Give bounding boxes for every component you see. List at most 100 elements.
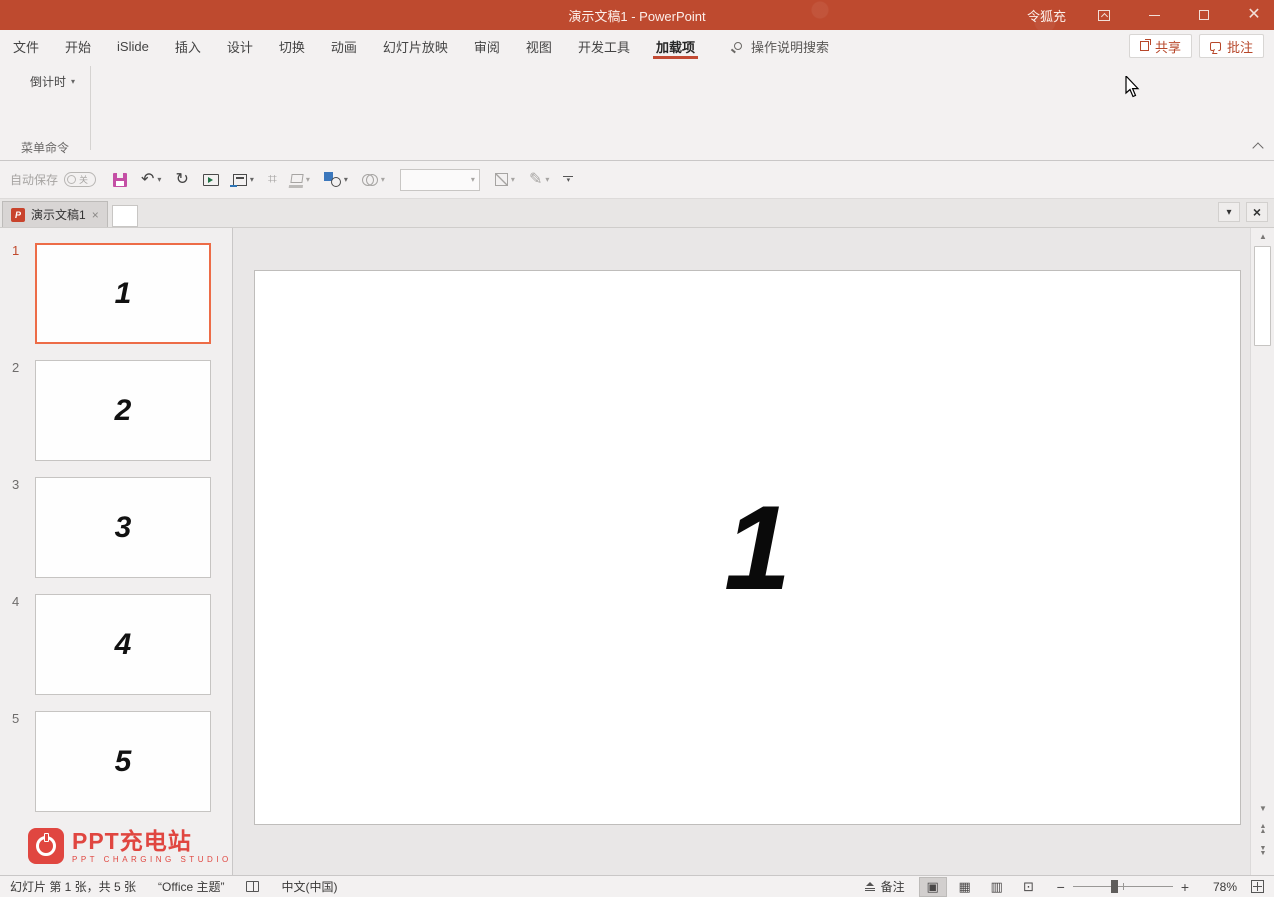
customize-qat-button[interactable]: ▾ bbox=[558, 172, 578, 187]
notes-label: 备注 bbox=[880, 880, 905, 894]
zoom-in-button[interactable]: + bbox=[1181, 879, 1189, 895]
slide-thumb-box[interactable]: 4 bbox=[35, 594, 211, 695]
tab-transitions[interactable]: 切换 bbox=[266, 30, 318, 62]
redo-icon: ↻ bbox=[175, 170, 189, 188]
zoom-tick bbox=[1122, 883, 1124, 890]
slide-sorter-view-button[interactable]: ▦ bbox=[951, 877, 979, 897]
logo-title: PPT充电站 bbox=[72, 827, 192, 854]
zoom-slider-thumb[interactable] bbox=[1110, 880, 1118, 893]
slide-index: 1 bbox=[12, 243, 20, 258]
ribbon-display-options-icon bbox=[1098, 9, 1110, 21]
fit-slide-to-window-icon[interactable] bbox=[1251, 880, 1264, 893]
spell-check-icon[interactable] bbox=[246, 881, 260, 892]
tab-slideshow[interactable]: 幻灯片放映 bbox=[370, 30, 461, 62]
autosave-control[interactable]: 自动保存 关 bbox=[10, 171, 104, 188]
slide-thumb-content: 4 bbox=[114, 627, 132, 661]
tab-developer[interactable]: 开发工具 bbox=[565, 30, 643, 62]
slideshow-monitor-icon bbox=[202, 173, 219, 186]
close-button[interactable]: ✕ bbox=[1242, 0, 1266, 30]
tab-islide[interactable]: iSlide bbox=[104, 30, 162, 62]
maximize-icon bbox=[1199, 10, 1209, 20]
crop-button[interactable]: ⌗ bbox=[263, 168, 282, 192]
autosave-toggle[interactable]: 关 bbox=[64, 172, 97, 187]
document-tab-bar: P 演示文稿1 × ▾ × bbox=[0, 199, 1274, 228]
tab-review[interactable]: 审阅 bbox=[461, 30, 513, 62]
language-indicator[interactable]: 中文(中国) bbox=[281, 878, 337, 895]
scroll-up-button[interactable]: ▲ bbox=[1251, 228, 1274, 245]
reading-view-button[interactable]: ▥ bbox=[983, 877, 1011, 897]
tab-design[interactable]: 设计 bbox=[214, 30, 266, 62]
scrollbar-thumb[interactable] bbox=[1254, 246, 1271, 346]
account-name[interactable]: 令狐充 bbox=[1027, 6, 1066, 25]
minimize-button[interactable] bbox=[1142, 0, 1166, 30]
slide-thumbnail-3[interactable]: 3 3 bbox=[0, 477, 233, 580]
slide-thumb-box[interactable]: 3 bbox=[35, 477, 211, 578]
notes-button[interactable]: 备注 bbox=[864, 878, 905, 895]
chevron-down-icon[interactable]: ▾ bbox=[250, 175, 254, 184]
chevron-down-icon[interactable]: ▾ bbox=[381, 175, 385, 184]
zoom-out-button[interactable]: − bbox=[1057, 879, 1065, 895]
tab-view[interactable]: 视图 bbox=[513, 30, 565, 62]
tab-addins[interactable]: 加载项 bbox=[643, 30, 708, 62]
ribbon-display-options-button[interactable] bbox=[1092, 0, 1116, 30]
next-slide-button[interactable]: ▼ ▼ bbox=[1251, 842, 1274, 860]
countdown-addin-button[interactable]: 倒计时 ▾ bbox=[25, 70, 80, 93]
collapse-ribbon-icon[interactable] bbox=[1252, 142, 1264, 154]
tab-file[interactable]: 文件 bbox=[0, 30, 52, 62]
document-tab[interactable]: P 演示文稿1 × bbox=[2, 201, 108, 227]
chevron-down-icon[interactable]: ▾ bbox=[306, 175, 310, 184]
slide-thumbnail-4[interactable]: 4 4 bbox=[0, 594, 233, 697]
close-tab-icon[interactable]: × bbox=[92, 208, 99, 222]
chevron-down-icon[interactable]: ▾ bbox=[344, 175, 348, 184]
insert-shape-button[interactable]: ▾ bbox=[319, 168, 353, 191]
zoom-percentage[interactable]: 78% bbox=[1203, 880, 1237, 894]
shape-outline-button[interactable]: ▾ bbox=[490, 169, 520, 190]
status-bar: 幻灯片 第 1 张，共 5 张 “Office 主题” 中文(中国) 备注 ▣ … bbox=[0, 875, 1274, 897]
slide-counter[interactable]: 幻灯片 第 1 张，共 5 张 bbox=[10, 878, 136, 895]
merge-shapes-button[interactable]: ▾ bbox=[357, 170, 390, 189]
comments-button[interactable]: 批注 bbox=[1198, 34, 1264, 58]
undo-button[interactable]: ↶ ▾ bbox=[136, 168, 166, 192]
tab-animations[interactable]: 动画 bbox=[318, 30, 370, 62]
ink-pen-button[interactable]: ✎ ▾ bbox=[524, 168, 554, 192]
slide-canvas[interactable]: 1 bbox=[254, 270, 1241, 825]
slide-thumb-box[interactable]: 1 bbox=[35, 243, 211, 344]
slide-thumbnail-5[interactable]: 5 5 bbox=[0, 711, 233, 814]
slide-thumbnail-2[interactable]: 2 2 bbox=[0, 360, 233, 463]
tab-insert[interactable]: 插入 bbox=[162, 30, 214, 62]
slide-thumb-box[interactable]: 2 bbox=[35, 360, 211, 461]
shape-fill-button[interactable]: ▾ bbox=[286, 171, 315, 188]
zoom-slider[interactable] bbox=[1072, 880, 1173, 893]
tab-home[interactable]: 开始 bbox=[52, 30, 104, 62]
chevron-down-icon[interactable]: ▾ bbox=[511, 175, 515, 184]
previous-slide-button[interactable]: ▲ ▲ bbox=[1251, 820, 1274, 838]
normal-view-button[interactable]: ▣ bbox=[918, 876, 947, 897]
tab-list-dropdown-button[interactable]: ▾ bbox=[1218, 202, 1240, 222]
scroll-down-button[interactable]: ▼ bbox=[1251, 800, 1274, 817]
slideshow-view-button[interactable]: ⊡ bbox=[1015, 877, 1043, 897]
font-size-combobox[interactable]: ▾ bbox=[399, 168, 480, 191]
slide-index: 2 bbox=[12, 360, 20, 375]
chevron-down-icon[interactable]: ▾ bbox=[157, 175, 161, 184]
zoom-control: − + bbox=[1057, 879, 1189, 895]
vertical-scrollbar[interactable]: ▲ ▼ ▲ ▲ ▼ ▼ bbox=[1250, 228, 1274, 875]
maximize-button[interactable] bbox=[1192, 0, 1216, 30]
chevron-down-icon[interactable]: ▾ bbox=[545, 175, 549, 184]
redo-button[interactable]: ↻ bbox=[170, 168, 193, 192]
slide-index: 3 bbox=[12, 477, 20, 492]
theme-name[interactable]: “Office 主题” bbox=[158, 878, 224, 895]
slide-thumb-box[interactable]: 5 bbox=[35, 711, 211, 812]
ribbon-content: 倒计时 ▾ 菜单命令 bbox=[0, 62, 1274, 161]
slide-number-text[interactable]: 1 bbox=[724, 479, 791, 617]
arrange-button[interactable]: ▾ bbox=[228, 170, 259, 190]
new-tab-button[interactable] bbox=[111, 205, 138, 227]
close-document-button[interactable]: × bbox=[1246, 202, 1268, 222]
shape-fill-icon bbox=[290, 173, 304, 183]
share-button[interactable]: 共享 bbox=[1128, 34, 1192, 58]
shapes-icon bbox=[323, 172, 341, 187]
share-label: 共享 bbox=[1154, 39, 1181, 55]
slide-thumbnail-1[interactable]: 1 1 bbox=[0, 243, 233, 346]
tell-me-search[interactable]: 操作说明搜索 bbox=[733, 37, 829, 56]
save-button[interactable] bbox=[108, 169, 132, 191]
start-slideshow-button[interactable] bbox=[198, 170, 224, 190]
